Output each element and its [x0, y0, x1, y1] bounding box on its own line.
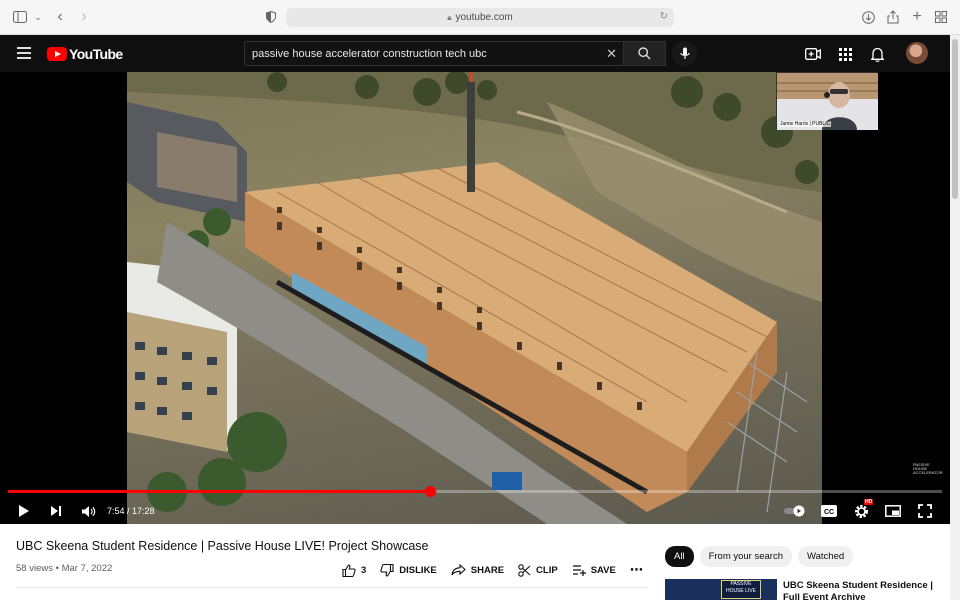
chevron-down-icon[interactable]: ⌄ [30, 9, 46, 25]
autoplay-toggle[interactable] [783, 502, 807, 520]
save-label: SAVE [590, 564, 616, 576]
webcam-caption: Jamie Harris | PUBLIC [779, 121, 832, 127]
forward-icon[interactable]: › [76, 8, 92, 25]
recommended-title[interactable]: UBC Skeena Student Residence | Full Even… [783, 580, 943, 604]
player-controls: 7:54 / 17:28 CC HD [0, 498, 950, 524]
channel-watermark[interactable]: PASSIVE HOUSE ACCELERATOR [913, 463, 943, 475]
share-button[interactable]: SHARE [451, 564, 504, 576]
tab-overview-icon[interactable] [933, 9, 949, 25]
play-icon[interactable] [16, 502, 32, 520]
clear-search-icon[interactable]: ✕ [606, 46, 617, 62]
add-to-playlist-icon [572, 565, 586, 576]
fullscreen-icon[interactable] [916, 502, 934, 520]
scissors-icon [518, 563, 531, 577]
chip-watched[interactable]: Watched [798, 546, 854, 567]
thumbnail-text: PASSIVE HOUSE LIVE [721, 580, 761, 599]
shield-icon[interactable] [263, 9, 279, 25]
hd-badge: HD [864, 499, 874, 505]
save-button[interactable]: SAVE [572, 564, 616, 576]
search-query: passive house accelerator construction t… [252, 48, 487, 60]
avatar[interactable] [906, 42, 928, 64]
video-player[interactable]: Jamie Harris | PUBLIC PASSIVE HOUSE ACCE… [0, 72, 950, 524]
new-tab-icon[interactable]: + [909, 8, 925, 25]
next-icon[interactable] [48, 502, 64, 520]
clip-label: CLIP [536, 564, 558, 576]
thumbs-down-icon [380, 563, 394, 577]
more-actions-button[interactable]: ⋯ [630, 562, 643, 578]
scrollbar-thumb[interactable] [952, 39, 958, 199]
search-button[interactable] [624, 41, 666, 66]
volume-icon[interactable] [79, 502, 97, 520]
youtube-play-icon [47, 46, 67, 61]
video-frame[interactable] [127, 72, 822, 524]
search-input[interactable]: passive house accelerator construction t… [244, 41, 624, 66]
create-icon[interactable] [804, 45, 822, 63]
share-arrow-icon [451, 564, 466, 576]
bell-icon[interactable] [868, 45, 886, 63]
reload-icon[interactable]: ↻ [660, 11, 668, 22]
miniplayer-icon[interactable] [884, 502, 902, 520]
like-count: 3 [361, 564, 367, 576]
download-icon[interactable] [860, 9, 876, 25]
search-icon [638, 47, 651, 60]
thumbs-up-icon [342, 563, 356, 577]
time-display: 7:54 / 17:28 [107, 506, 155, 516]
logo-text: YouTube [69, 45, 123, 62]
mic-icon [679, 47, 690, 59]
youtube-header: YouTube passive house accelerator constr… [0, 35, 950, 72]
progress-bar[interactable] [8, 486, 942, 497]
recommended-video[interactable]: PASSIVE HOUSE LIVE UBC Skeena Student Re… [665, 579, 945, 603]
video-title: UBC Skeena Student Residence | Passive H… [16, 539, 429, 553]
apps-icon[interactable] [836, 45, 854, 63]
like-button[interactable]: 3 [342, 563, 367, 577]
lock-icon: 🔒︎ [447, 12, 452, 22]
chip-all[interactable]: All [665, 546, 694, 567]
video-actions: 3 DISLIKE SHARE CLIP SAVE ⋯ [342, 561, 657, 579]
share-icon[interactable] [885, 9, 901, 25]
video-meta: 58 views • Mar 7, 2022 [16, 563, 113, 574]
recommended-thumbnail[interactable]: PASSIVE HOUSE LIVE [665, 579, 777, 600]
voice-search-button[interactable] [672, 41, 697, 66]
dislike-label: DISLIKE [399, 564, 437, 576]
clip-button[interactable]: CLIP [518, 563, 558, 577]
url-text: youtube.com [455, 12, 513, 23]
webcam-inset: Jamie Harris | PUBLIC [776, 72, 878, 130]
cc-icon[interactable]: CC [820, 502, 838, 520]
settings-icon[interactable]: HD [852, 499, 874, 520]
recommendation-filter-chips: All From your search Watched [665, 546, 859, 567]
svg-text:CC: CC [824, 509, 834, 516]
browser-toolbar: ⌄ ‹ › 🔒︎ youtube.com ↻ + [0, 0, 960, 35]
back-icon[interactable]: ‹ [52, 8, 68, 25]
youtube-logo[interactable]: YouTube [47, 45, 123, 62]
share-label: SHARE [470, 564, 505, 576]
address-bar[interactable]: 🔒︎ youtube.com ↻ [286, 8, 674, 27]
sidebar-icon[interactable] [12, 9, 28, 25]
dislike-button[interactable]: DISLIKE [380, 563, 437, 577]
more-icon: ⋯ [629, 562, 643, 577]
progress-played [8, 490, 431, 493]
construction-aerial-image [127, 72, 822, 524]
page-scrollbar[interactable] [950, 35, 960, 600]
menu-icon[interactable] [17, 47, 31, 59]
chip-from-your-search[interactable]: From your search [699, 546, 792, 567]
divider [16, 587, 648, 588]
